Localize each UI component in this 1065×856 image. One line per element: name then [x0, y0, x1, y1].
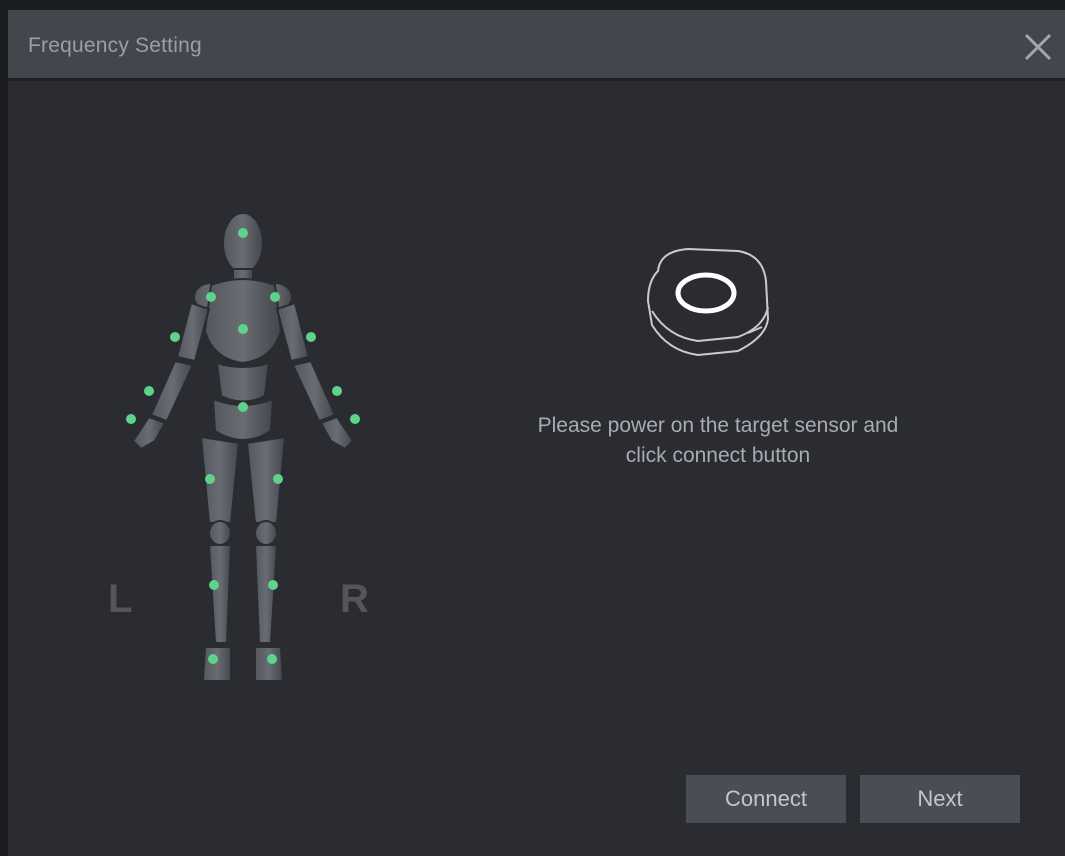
next-button[interactable]: Next: [860, 775, 1020, 823]
left-side-label: L: [108, 577, 133, 621]
frequency-setting-dialog: Frequency Setting L R Please power on th…: [0, 0, 1065, 856]
dialog-title: Frequency Setting: [28, 34, 202, 57]
instruction-line-2: click connect button: [625, 444, 811, 467]
right-side-label: R: [340, 577, 369, 621]
dialog-content: L R Please power on the target sensor an…: [8, 81, 1065, 856]
title-bar: Frequency Setting: [8, 10, 1065, 81]
close-icon: [1024, 33, 1052, 61]
instruction-text: Please power on the target sensor and cl…: [448, 411, 988, 471]
connect-button[interactable]: Connect: [686, 775, 846, 823]
close-button[interactable]: [1019, 28, 1057, 66]
sensor-device-icon: [646, 247, 770, 357]
instruction-line-1: Please power on the target sensor and: [537, 414, 899, 437]
